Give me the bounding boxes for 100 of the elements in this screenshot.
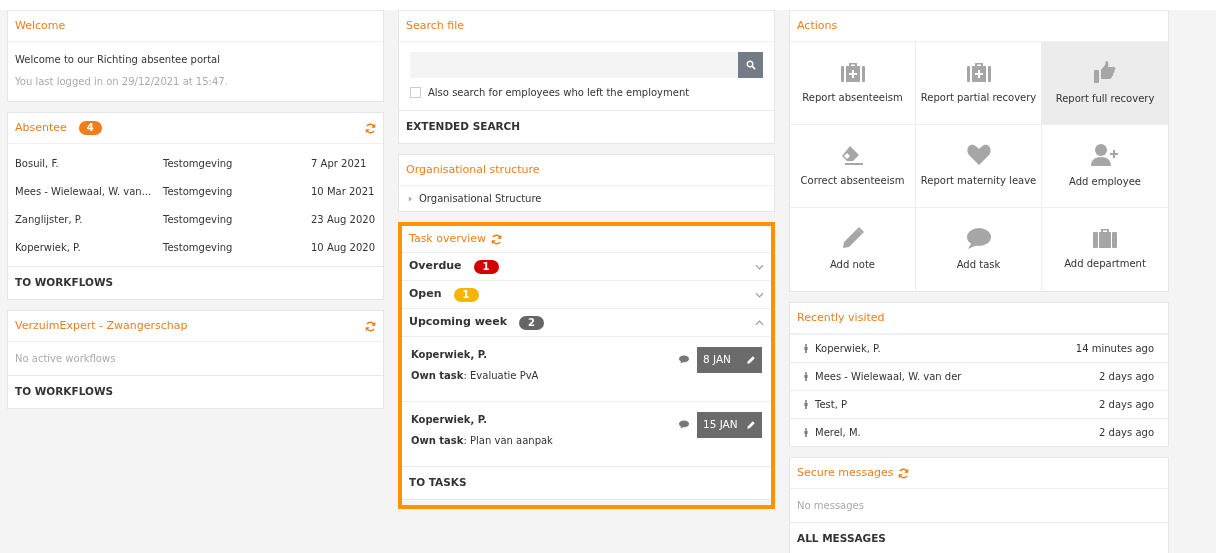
due-date: 15 JAN: [703, 417, 738, 433]
caret-right-icon[interactable]: [408, 195, 413, 202]
person-icon: [804, 400, 808, 409]
panel-title: Recently visited: [797, 309, 885, 326]
pencil-icon: [746, 420, 756, 430]
chevron-down-icon[interactable]: [755, 291, 764, 298]
empty-text: No messages: [797, 499, 864, 513]
checkbox-label: Also search for employees who left the employment: [428, 86, 690, 100]
visit-time: 2 days ago: [1099, 426, 1154, 440]
action-tile[interactable]: Correct absenteeism: [790, 125, 916, 208]
count-badge: 2: [519, 315, 545, 330]
table-cell-text: Testomgeving: [163, 240, 234, 255]
table-cell-text: 7 Apr 2021: [311, 156, 367, 171]
panel-title: VerzuimExpert - Zwangerschap: [15, 317, 188, 334]
action-label: Report full recovery: [1055, 91, 1155, 106]
table-cell-text: 10 Aug 2020: [311, 240, 376, 255]
checkbox[interactable]: [410, 87, 421, 98]
table-cell[interactable]: Bosuil, F.: [15, 155, 163, 171]
briefcase-icon: [1093, 228, 1117, 248]
action-label: Correct absenteeism: [800, 173, 905, 188]
action-label: Report absenteeism: [802, 90, 903, 105]
comment-icon[interactable]: [679, 420, 689, 429]
pencil-icon: [746, 355, 756, 365]
visit-time: 14 minutes ago: [1075, 342, 1154, 356]
comment-icon[interactable]: [679, 355, 689, 364]
search-icon: [745, 60, 756, 70]
panel-title: Search file: [406, 17, 465, 34]
recent-item[interactable]: Merel, M.: [815, 425, 1100, 440]
heart-icon: [966, 144, 991, 165]
table-cell-text: 10 Mar 2021: [311, 184, 375, 199]
employee-name[interactable]: Koperwiek, P.: [411, 412, 679, 427]
table-cell-text: 23 Aug 2020: [311, 212, 376, 227]
action-label: Add department: [1064, 257, 1146, 271]
visit-time: 2 days ago: [1099, 370, 1154, 384]
chevron-down-icon[interactable]: [755, 263, 764, 270]
panel-title: Actions: [797, 17, 838, 34]
thumbs-up-icon: [1094, 60, 1116, 83]
tree-item[interactable]: Organisational Structure: [419, 191, 542, 206]
welcome-text: Welcome to our Richting absentee portal: [15, 53, 221, 67]
eraser-icon: [840, 144, 865, 165]
count-badge: 1: [453, 287, 479, 302]
action-tile[interactable]: Report maternity leave: [916, 125, 1042, 208]
due-date-button[interactable]: 15 JAN: [697, 412, 762, 438]
panel-title: Organisational structure: [406, 161, 540, 178]
action-tile[interactable]: Report partial recovery: [916, 42, 1042, 125]
panel-title: Secure messages: [797, 464, 894, 481]
footer-link[interactable]: TO WORKFLOWS: [8, 375, 383, 408]
action-tile[interactable]: Report absenteeism: [790, 42, 916, 125]
footer-link[interactable]: EXTENDED SEARCH: [399, 110, 774, 143]
table-cell-text: Testomgeving: [163, 212, 234, 227]
action-label: Add employee: [1069, 174, 1141, 189]
person-icon: [804, 428, 808, 437]
recent-item[interactable]: Mees - Wielewaal, W. van der: [815, 369, 1100, 384]
group-label: Overdue: [409, 258, 462, 275]
due-date: 8 JAN: [703, 352, 731, 368]
search-button[interactable]: [738, 52, 763, 78]
count-badge: 1: [473, 259, 499, 274]
refresh-icon[interactable]: [898, 467, 910, 479]
task-description: Own task: Plan van aanpak: [411, 434, 554, 448]
refresh-icon[interactable]: [365, 122, 376, 134]
panel-title: Task overview: [409, 230, 487, 247]
medical-bag-icon: [966, 61, 991, 82]
recent-item[interactable]: Test, P: [815, 397, 1100, 412]
task-group-header[interactable]: Overdue 1: [402, 252, 771, 280]
count-badge: 4: [78, 121, 102, 135]
task-group-header[interactable]: Open 1: [402, 280, 771, 308]
search-field[interactable]: [410, 52, 763, 78]
footer-link[interactable]: ALL MESSAGES: [790, 522, 1168, 553]
visit-time: 2 days ago: [1099, 398, 1154, 412]
person-icon: [804, 344, 808, 353]
person-icon: [804, 372, 808, 381]
refresh-icon[interactable]: [491, 233, 503, 245]
table-cell[interactable]: Koperwiek, P.: [15, 239, 163, 255]
group-label: Upcoming week: [409, 314, 508, 331]
pencil-icon: [841, 227, 864, 249]
action-label: Add note: [829, 258, 876, 272]
footer-link[interactable]: TO WORKFLOWS: [8, 266, 383, 299]
empty-text: No active workflows: [15, 352, 116, 366]
action-tile[interactable]: Report full recovery: [1042, 42, 1168, 125]
action-label: Report partial recovery: [920, 90, 1037, 105]
panel-title: Welcome: [15, 17, 66, 34]
table-cell[interactable]: Mees - Wielewaal, W. van...: [15, 183, 163, 199]
table-cell-text: Testomgeving: [163, 156, 234, 171]
add-user-icon: [1091, 143, 1119, 166]
medical-bag-icon: [840, 61, 865, 82]
panel-title: Absentee: [15, 119, 67, 136]
task-description: Own task: Evaluatie PvA: [411, 369, 540, 383]
speech-bubble-icon: [966, 227, 991, 249]
table-cell[interactable]: Zanglijster, P.: [15, 211, 163, 227]
task-group-header[interactable]: Upcoming week 2: [402, 308, 771, 336]
chevron-up-icon[interactable]: [755, 319, 764, 326]
refresh-icon[interactable]: [365, 320, 376, 332]
employee-name[interactable]: Koperwiek, P.: [411, 347, 679, 362]
action-label: Report maternity leave: [920, 174, 1037, 188]
due-date-button[interactable]: 8 JAN: [697, 347, 762, 373]
group-label: Open: [409, 286, 442, 303]
recent-item[interactable]: Koperwiek, P.: [815, 341, 1076, 356]
action-label: Add task: [956, 257, 1001, 272]
last-login-text: You last logged in on 29/12/2021 at 15:47.: [15, 75, 229, 89]
table-cell-text: Testomgeving: [163, 184, 234, 199]
